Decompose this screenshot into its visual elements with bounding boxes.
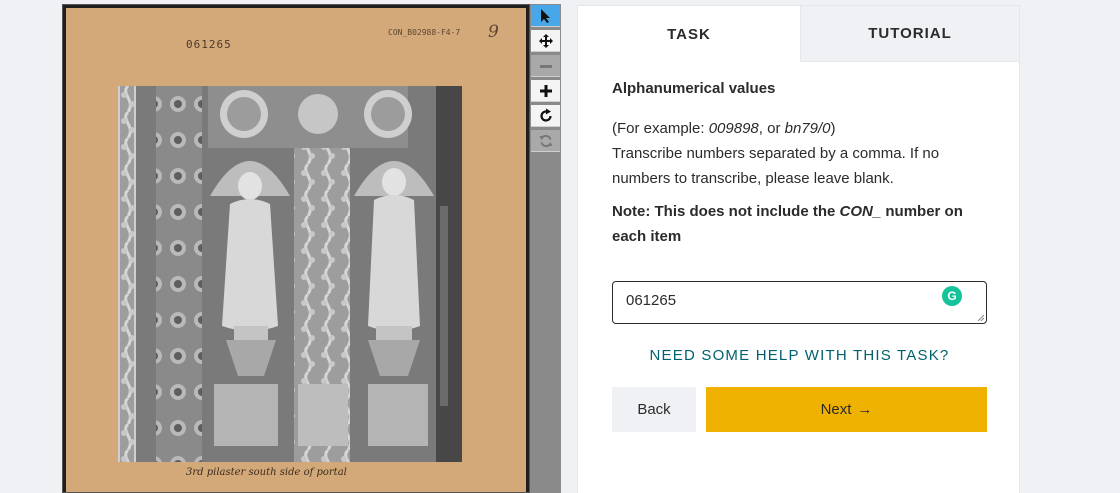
subject-viewer[interactable]: 061265 CON_B02988-F4-7 9 3rd pilaster so… bbox=[62, 4, 530, 493]
question-title: Alphanumerical values bbox=[612, 80, 776, 97]
zoom-out-button[interactable] bbox=[531, 55, 560, 77]
tab-task[interactable]: TASK bbox=[578, 6, 800, 62]
rotate-icon bbox=[539, 108, 552, 122]
reset-icon bbox=[539, 134, 552, 147]
app: 061265 CON_B02988-F4-7 9 3rd pilaster so… bbox=[0, 0, 1120, 493]
back-button[interactable]: Back bbox=[612, 387, 696, 432]
card-code: CON_B02988-F4-7 bbox=[388, 28, 461, 37]
select-pointer-button[interactable] bbox=[531, 5, 560, 27]
next-label: Next bbox=[820, 401, 852, 418]
example-separator: , or bbox=[758, 120, 785, 137]
panel-tabs: TASK TUTORIAL bbox=[578, 6, 1019, 62]
card-caption: 3rd pilaster south side of portal bbox=[186, 467, 347, 478]
rotate-button[interactable] bbox=[531, 105, 560, 127]
tab-tutorial[interactable]: TUTORIAL bbox=[800, 6, 1019, 62]
example-value-2: bn79/0 bbox=[784, 120, 831, 137]
grammarly-icon[interactable]: G bbox=[942, 286, 962, 306]
reset-button[interactable] bbox=[531, 130, 560, 152]
example-value-1: 009898 bbox=[708, 120, 759, 137]
arrow-right-icon: → bbox=[857, 401, 873, 418]
task-note: Note: This does not include the CON_ num… bbox=[612, 199, 987, 249]
task-panel: TASK TUTORIAL Alphanumerical values (For… bbox=[577, 5, 1020, 493]
instructions-text: Transcribe numbers separated by a comma.… bbox=[612, 145, 940, 187]
task-content: Alphanumerical values (For example: 0098… bbox=[612, 78, 987, 432]
back-label: Back bbox=[637, 401, 671, 418]
select-pointer-icon bbox=[540, 8, 550, 23]
note-prefix: Note: This does not include the bbox=[612, 203, 840, 220]
archive-card: 061265 CON_B02988-F4-7 9 3rd pilaster so… bbox=[66, 8, 526, 492]
card-number: 061265 bbox=[186, 38, 232, 51]
example-suffix: ) bbox=[830, 120, 836, 137]
task-instructions: (For example: 009898, or bn79/0) Transcr… bbox=[612, 116, 987, 191]
move-arrows-icon bbox=[538, 33, 553, 48]
card-code-handwritten: 9 bbox=[488, 22, 499, 42]
image-toolbar bbox=[530, 4, 561, 493]
zoom-in-button[interactable] bbox=[531, 80, 560, 102]
answer-field[interactable]: G bbox=[612, 281, 987, 324]
move-button[interactable] bbox=[531, 30, 560, 52]
note-emphasis: CON_ bbox=[839, 203, 882, 220]
subject-photograph bbox=[118, 86, 462, 462]
example-prefix: (For example: bbox=[612, 120, 709, 137]
zoom-out-icon bbox=[539, 64, 552, 68]
help-link[interactable]: NEED SOME HELP WITH THIS TASK? bbox=[612, 347, 987, 364]
zoom-in-icon bbox=[539, 84, 552, 97]
resize-handle-icon[interactable] bbox=[977, 314, 984, 321]
answer-input[interactable] bbox=[626, 292, 926, 309]
next-button[interactable]: Next → bbox=[706, 387, 987, 432]
